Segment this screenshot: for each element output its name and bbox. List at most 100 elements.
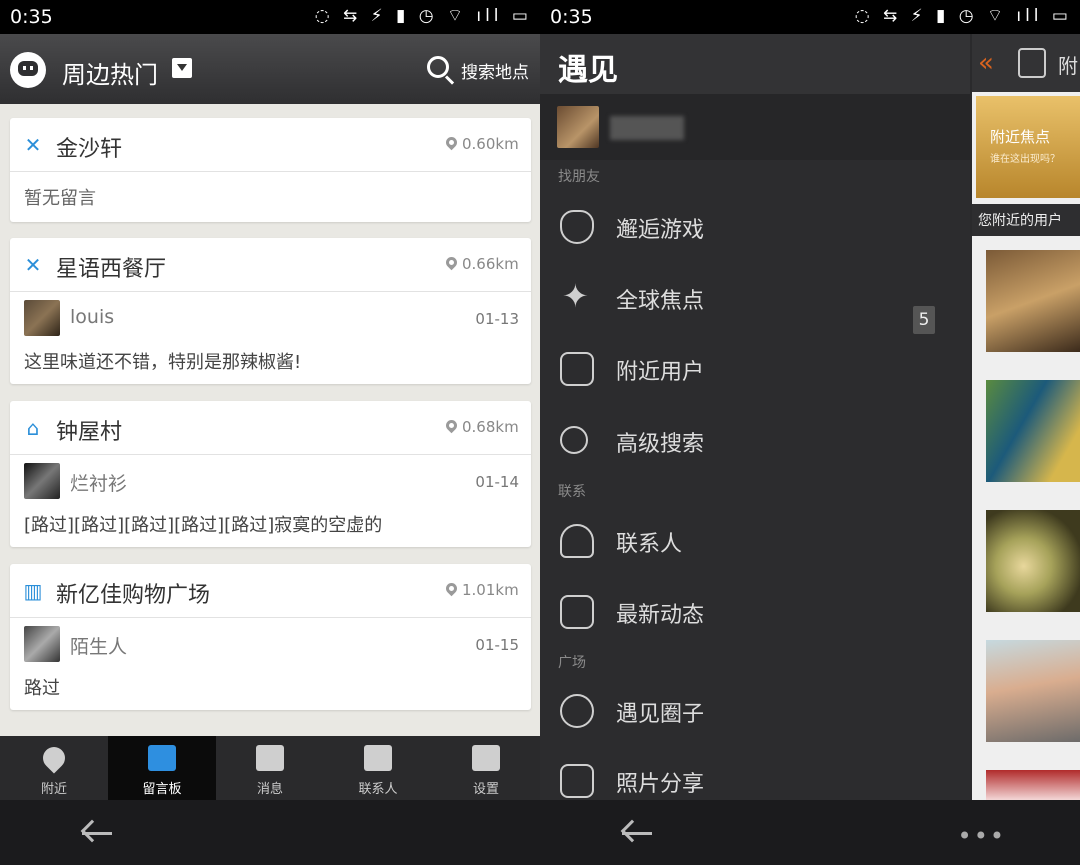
- banner-subtitle: 谁在这出现吗？: [990, 154, 1060, 165]
- status-time: 0:35: [10, 6, 53, 28]
- sparkle-icon: [560, 277, 594, 315]
- location-pin-icon: [443, 254, 460, 271]
- tab-contacts[interactable]: 联系人: [324, 736, 432, 800]
- status-icons: ◌ ⇆ ⚡ ▮ ◷ ⌔ ıll ▭: [854, 6, 1072, 26]
- heart-circle-icon: [560, 694, 594, 728]
- person-icon: [560, 524, 594, 558]
- page-title[interactable]: 周边热门: [62, 55, 158, 90]
- user-photo[interactable]: [986, 380, 1080, 482]
- double-chevron-left-icon[interactable]: «: [978, 48, 994, 78]
- right-screen: 0:35 ◌ ⇆ ⚡ ▮ ◷ ⌔ ıll ▭ 遇见 找朋友 邂逅游戏 全球焦点 …: [540, 0, 1080, 865]
- place-card-header[interactable]: ▥ 新亿佳购物广场 1.01km: [10, 564, 531, 618]
- drawer-item-label: 遇见圈子: [616, 702, 705, 727]
- drawer-item-advanced-search[interactable]: 高级搜索: [540, 406, 970, 476]
- system-nav-bar: [0, 800, 540, 865]
- building-icon: ▥: [23, 579, 43, 603]
- user-photo[interactable]: [986, 640, 1080, 742]
- tab-messages[interactable]: 消息: [216, 736, 324, 800]
- bottom-tab-bar: 附近 留言板 消息 联系人 设置: [0, 736, 540, 800]
- left-screen: 0:35 ◌ ⇆ ⚡ ▮ ◷ ⌔ ıll ▭ 周边热门 搜索地点 ✕ 金沙轩 0…: [0, 0, 540, 865]
- image-icon: [560, 764, 594, 798]
- drawer-header: 遇见: [540, 34, 970, 94]
- user-photo[interactable]: [986, 250, 1080, 352]
- section-find-friends: 找朋友: [558, 169, 600, 185]
- drawer-item-nearby-users[interactable]: 附近用户: [540, 334, 970, 404]
- user-photo[interactable]: [986, 770, 1080, 800]
- drawer-item-latest-updates[interactable]: 最新动态: [540, 577, 970, 647]
- place-name: 星语西餐厅: [56, 257, 167, 282]
- place-card-header[interactable]: ✕ 星语西餐厅 0.66km: [10, 238, 531, 292]
- location-pin-icon: [443, 134, 460, 151]
- chat-bubble-icon: [560, 595, 594, 629]
- user-name[interactable]: 烂衬衫: [70, 469, 127, 496]
- search-icon: [560, 426, 588, 454]
- drawer-item-label: 邂逅游戏: [616, 218, 705, 243]
- drawer-item-photo-share[interactable]: 照片分享: [540, 746, 970, 800]
- app-logo-icon[interactable]: [10, 52, 46, 88]
- place-card[interactable]: ✕ 星语西餐厅 0.66km louis 01-13 这里味道还不错，特别是那辣…: [10, 238, 531, 384]
- location-pin-icon: [38, 742, 70, 774]
- nearby-users-label: 您附近的用户: [972, 204, 1080, 236]
- chat-bubble-icon: [256, 745, 284, 771]
- section-plaza: 广场: [558, 655, 586, 671]
- tab-label: 留言板: [142, 782, 182, 797]
- search-place-button[interactable]: 搜索地点: [461, 58, 529, 83]
- place-message: [路过][路过][路过][路过][路过]寂寞的空虚的: [24, 515, 383, 536]
- place-card[interactable]: ⌂ 钟屋村 0.68km 烂衬衫 01-14 [路过][路过][路过][路过][…: [10, 401, 531, 547]
- profile-row[interactable]: [540, 94, 970, 160]
- place-card-header[interactable]: ✕ 金沙轩 0.60km: [10, 118, 531, 172]
- tab-settings[interactable]: 设置: [432, 736, 540, 800]
- notepad-icon: [148, 745, 176, 771]
- location-pin-icon: [443, 580, 460, 597]
- heart-link-icon: [560, 210, 594, 244]
- search-icon[interactable]: [427, 56, 449, 78]
- tab-nearby[interactable]: 附近: [0, 736, 108, 800]
- place-name: 新亿佳购物广场: [56, 583, 211, 608]
- location-pin-icon: [443, 417, 460, 434]
- avatar[interactable]: [24, 626, 60, 662]
- tab-label: 联系人: [358, 782, 398, 797]
- user-photo[interactable]: [986, 510, 1080, 612]
- drawer-item-label: 全球焦点: [616, 289, 705, 314]
- profile-name-blurred: [610, 116, 684, 140]
- drawer-item-encounter-game[interactable]: 邂逅游戏: [540, 192, 970, 262]
- place-card[interactable]: ✕ 金沙轩 0.60km 暂无留言: [10, 118, 531, 222]
- drawer-item-global-focus[interactable]: 全球焦点: [540, 263, 970, 333]
- place-card-header[interactable]: ⌂ 钟屋村 0.68km: [10, 401, 531, 455]
- drawer-item-label: 附近用户: [616, 360, 705, 385]
- status-time: 0:35: [550, 6, 593, 28]
- peek-panel[interactable]: « 附 附近焦点 谁在这出现吗？ 您附近的用户: [972, 34, 1080, 800]
- user-name[interactable]: louis: [70, 306, 114, 328]
- message-date: 01-14: [475, 473, 519, 491]
- chevron-down-icon[interactable]: [172, 58, 192, 78]
- place-message: 路过: [24, 678, 60, 699]
- avatar[interactable]: [24, 300, 60, 336]
- house-icon: ⌂: [26, 416, 40, 440]
- settings-icon: [472, 745, 500, 771]
- drawer-item-label: 最新动态: [616, 603, 705, 628]
- tab-label: 设置: [472, 782, 499, 797]
- nearby-focus-banner[interactable]: 附近焦点 谁在这出现吗？: [976, 96, 1080, 198]
- place-name: 钟屋村: [56, 420, 123, 445]
- place-name: 金沙轩: [56, 137, 123, 162]
- back-icon[interactable]: [622, 820, 654, 846]
- user-frame-icon: [560, 352, 594, 386]
- user-name[interactable]: 陌生人: [70, 632, 127, 659]
- place-message: 这里味道还不错，特别是那辣椒酱!: [24, 352, 302, 373]
- contact-card-icon: [364, 745, 392, 771]
- drawer-item-circles[interactable]: 遇见圈子: [540, 676, 970, 746]
- place-card[interactable]: ▥ 新亿佳购物广场 1.01km 陌生人 01-15 路过: [10, 564, 531, 710]
- back-icon[interactable]: [82, 820, 114, 846]
- avatar[interactable]: [557, 106, 599, 148]
- drawer-item-contacts[interactable]: 联系人: [540, 506, 970, 576]
- tab-label: 附近: [40, 782, 67, 797]
- more-icon[interactable]: •••: [958, 822, 1006, 850]
- message-date: 01-15: [475, 636, 519, 654]
- avatar[interactable]: [24, 463, 60, 499]
- app-brand: 遇见: [558, 53, 618, 88]
- peek-title: 附: [1058, 54, 1078, 78]
- drawer-item-label: 高级搜索: [616, 432, 705, 457]
- side-drawer: 遇见 找朋友 邂逅游戏 全球焦点 附近用户 高级搜索 联系 联系人: [540, 34, 970, 800]
- tab-message-board[interactable]: 留言板: [108, 736, 216, 800]
- system-nav-bar: •••: [540, 800, 1080, 865]
